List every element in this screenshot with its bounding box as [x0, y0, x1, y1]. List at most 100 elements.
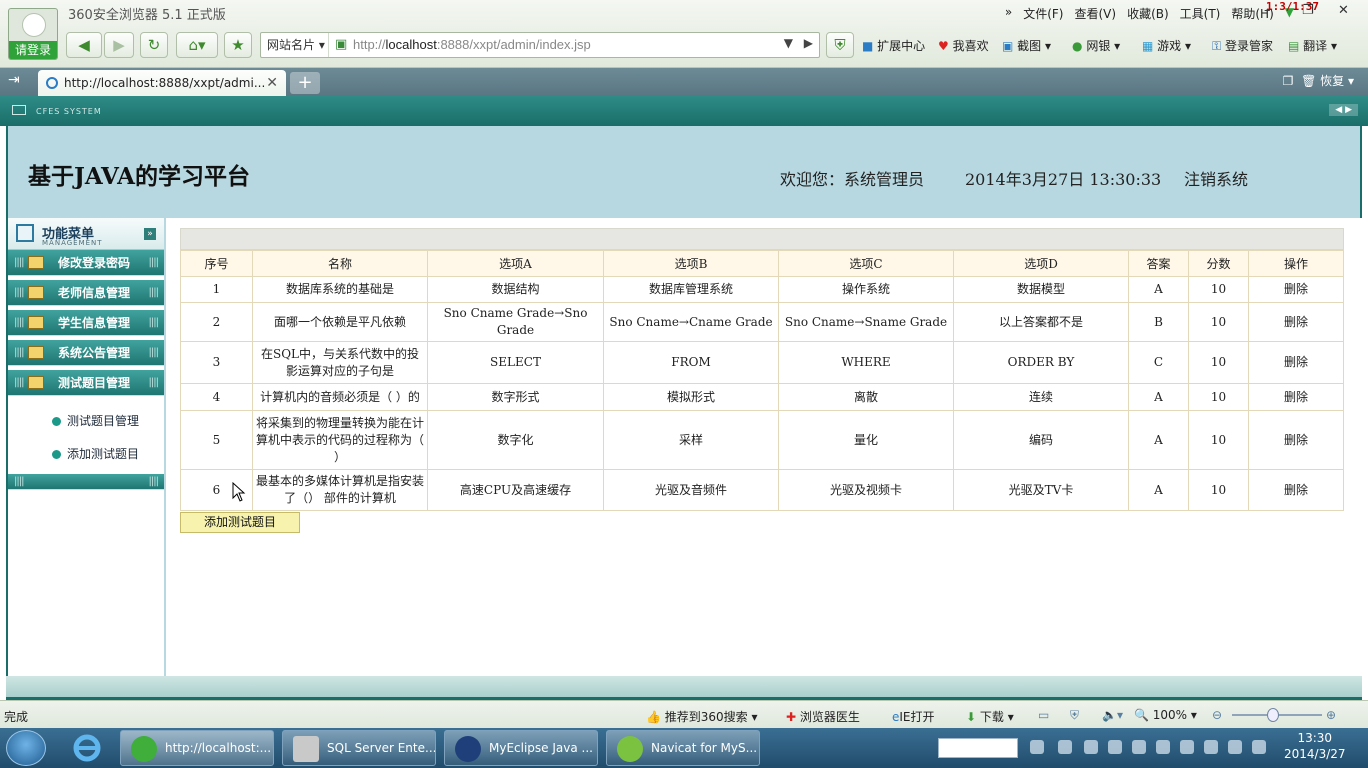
internet-explorer-icon[interactable]	[70, 732, 104, 764]
home-button[interactable]: ⌂▾	[176, 32, 218, 58]
url-text[interactable]: http://localhost:8888/xxpt/admin/index.j…	[353, 37, 591, 52]
start-button[interactable]	[6, 730, 46, 766]
maximize-icon[interactable]: ❐	[1302, 3, 1314, 18]
task-360-browser[interactable]: http://localhost:...	[120, 730, 274, 766]
add-question-button[interactable]: 添加测试题目	[180, 512, 300, 533]
delete-link[interactable]: 删除	[1248, 469, 1344, 511]
tab-active[interactable]: http://localhost:8888/xxpt/admi... ✕	[38, 70, 286, 96]
sidebar-toggle-icon[interactable]: ⇥	[8, 72, 20, 88]
shield-icon[interactable]: ⛨	[826, 32, 854, 58]
cell-option-c: Sno Cname→Sname Grade	[778, 302, 954, 342]
navicat-icon	[617, 736, 643, 762]
heart-icon: ♥	[938, 39, 949, 53]
left-navigation: 功能菜单 MANAGEMENT » |||| 修改登录密码 |||| |||| 老师信…	[6, 218, 166, 676]
task-navicat[interactable]: Navicat for MyS...	[606, 730, 760, 766]
delete-link[interactable]: 删除	[1248, 302, 1344, 342]
security-icon[interactable]: ⛨	[1070, 708, 1079, 723]
translate[interactable]: ▤ 翻译 ▾	[1288, 37, 1337, 54]
minimize-icon[interactable]: –	[1264, 3, 1271, 18]
menu-item-student-management[interactable]: |||| 学生信息管理 ||||	[8, 310, 164, 336]
sub-item-add-question[interactable]: 添加测试题目	[52, 445, 139, 462]
menu-view[interactable]: 查看(V)	[1074, 5, 1116, 22]
volume-icon[interactable]: 🔈▾	[1102, 708, 1123, 722]
forward-button[interactable]: ▶	[104, 32, 134, 58]
menu-item-teacher-management[interactable]: |||| 老师信息管理 ||||	[8, 280, 164, 306]
cell-option-c: WHERE	[778, 341, 954, 384]
tray-app-icon[interactable]	[1108, 740, 1122, 754]
menu-item-question-management[interactable]: |||| 测试题目管理 ||||	[8, 370, 164, 396]
web-page: CFES SYSTEM ◀ ▶ 基于JAVA的学习平台 欢迎您：系统管理员 20…	[0, 96, 1368, 700]
zoom-control[interactable]: 🔍 100% ▾	[1134, 708, 1197, 722]
menu-arrow-icon[interactable]: »	[1005, 5, 1012, 22]
site-card-dropdown[interactable]: 网站名片 ▾	[261, 33, 329, 57]
zoom-in-icon[interactable]: ⊕	[1326, 708, 1336, 722]
tab-close-icon[interactable]: ✕	[266, 70, 278, 96]
menu-tools[interactable]: 工具(T)	[1180, 5, 1221, 22]
new-tab-button[interactable]: +	[290, 72, 320, 94]
window-icon[interactable]: ▭	[1038, 708, 1049, 722]
tray-app-icon[interactable]	[1132, 740, 1146, 754]
task-myeclipse[interactable]: MyEclipse Java ...	[444, 730, 598, 766]
open-in-ie[interactable]: eIE打开	[892, 708, 935, 725]
menu-footer-bar: |||| ||||	[8, 474, 164, 490]
online-banking[interactable]: ● 网银 ▾	[1072, 37, 1120, 54]
go-icon[interactable]: ▶	[804, 36, 813, 50]
menu-favorites[interactable]: 收藏(B)	[1127, 5, 1169, 22]
menu-file[interactable]: 文件(F)	[1023, 5, 1063, 22]
grip-icon: ||||	[148, 257, 160, 268]
dropdown-arrow-icon[interactable]: ▼	[784, 36, 793, 50]
extension-center[interactable]: ■ 扩展中心	[862, 37, 925, 54]
collapse-icon[interactable]: »	[144, 228, 156, 240]
scroll-arrows-icon[interactable]: ◀ ▶	[1329, 104, 1358, 116]
zoom-slider-knob[interactable]	[1266, 708, 1279, 722]
task-label: MyEclipse Java ...	[489, 741, 593, 755]
back-button[interactable]: ◀	[66, 32, 102, 58]
menu-item-label: 学生信息管理	[58, 316, 131, 330]
login-manager[interactable]: ⚿ 登录管家	[1212, 37, 1273, 54]
menu-item-announcement-management[interactable]: |||| 系统公告管理 ||||	[8, 340, 164, 366]
sub-item-question-management[interactable]: 测试题目管理	[52, 412, 139, 429]
tray-search-icon[interactable]	[1252, 740, 1266, 754]
folder-icon	[28, 286, 44, 299]
tray-search-box[interactable]	[938, 738, 1018, 758]
download[interactable]: ⬇ 下载 ▾	[966, 708, 1014, 725]
col-header-score: 分数	[1188, 250, 1249, 277]
task-sql-server[interactable]: SQL Server Ente...	[282, 730, 436, 766]
tray-shield-icon[interactable]	[1156, 740, 1170, 754]
delete-link[interactable]: 删除	[1248, 276, 1344, 303]
favorite-star-button[interactable]: ★	[224, 32, 252, 58]
login-button[interactable]: 请登录	[9, 41, 57, 59]
delete-link[interactable]: 删除	[1248, 383, 1344, 411]
zoom-out-icon[interactable]: ⊖	[1212, 708, 1222, 722]
cell-option-a: 高速CPU及高速缓存	[427, 469, 604, 511]
close-window-icon[interactable]: ✕	[1338, 3, 1349, 18]
browser-doctor[interactable]: ✚ 浏览器医生	[786, 708, 860, 725]
delete-link[interactable]: 删除	[1248, 410, 1344, 470]
browser-doctor-label: 浏览器医生	[799, 710, 860, 724]
tray-power-icon[interactable]	[1228, 740, 1242, 754]
tray-app-icon[interactable]	[1084, 740, 1098, 754]
system-clock[interactable]: 13:30 2014/3/27	[1284, 730, 1346, 762]
refresh-button[interactable]: ↻	[140, 32, 168, 58]
user-avatar[interactable]: 请登录	[8, 8, 58, 60]
logout-link[interactable]: 注销系统	[1184, 166, 1248, 190]
screenshot[interactable]: ▣ 截图 ▾	[1002, 37, 1051, 54]
page-footer-bar	[6, 676, 1362, 700]
cell-option-a: Sno Cname Grade→Sno Grade	[427, 302, 604, 342]
table-caption-bar	[180, 228, 1344, 250]
tray-network-icon[interactable]	[1204, 740, 1218, 754]
restore-button[interactable]: ❐ 🗑 恢复 ▾	[1283, 72, 1354, 89]
my-likes[interactable]: ♥ 我喜欢	[938, 37, 989, 54]
tray-app-icon[interactable]	[1058, 740, 1072, 754]
cell-score: 10	[1188, 276, 1249, 303]
restore-label: 恢复	[1320, 74, 1345, 88]
folder-icon	[28, 316, 44, 329]
keyboard-icon[interactable]	[1030, 740, 1044, 754]
tray-volume-icon[interactable]	[1180, 740, 1194, 754]
menu-item-change-password[interactable]: |||| 修改登录密码 ||||	[8, 250, 164, 276]
games[interactable]: ▦ 游戏 ▾	[1142, 37, 1191, 54]
delete-link[interactable]: 删除	[1248, 341, 1344, 384]
address-bar[interactable]: 网站名片 ▾ ▣ http://localhost:8888/xxpt/admi…	[260, 32, 820, 58]
recommend-360[interactable]: 👍 推荐到360搜索 ▾	[646, 708, 758, 725]
table-row: 3 在SQL中，与关系代数中的投影运算对应的子句是 SELECT FROM WH…	[180, 341, 1344, 384]
